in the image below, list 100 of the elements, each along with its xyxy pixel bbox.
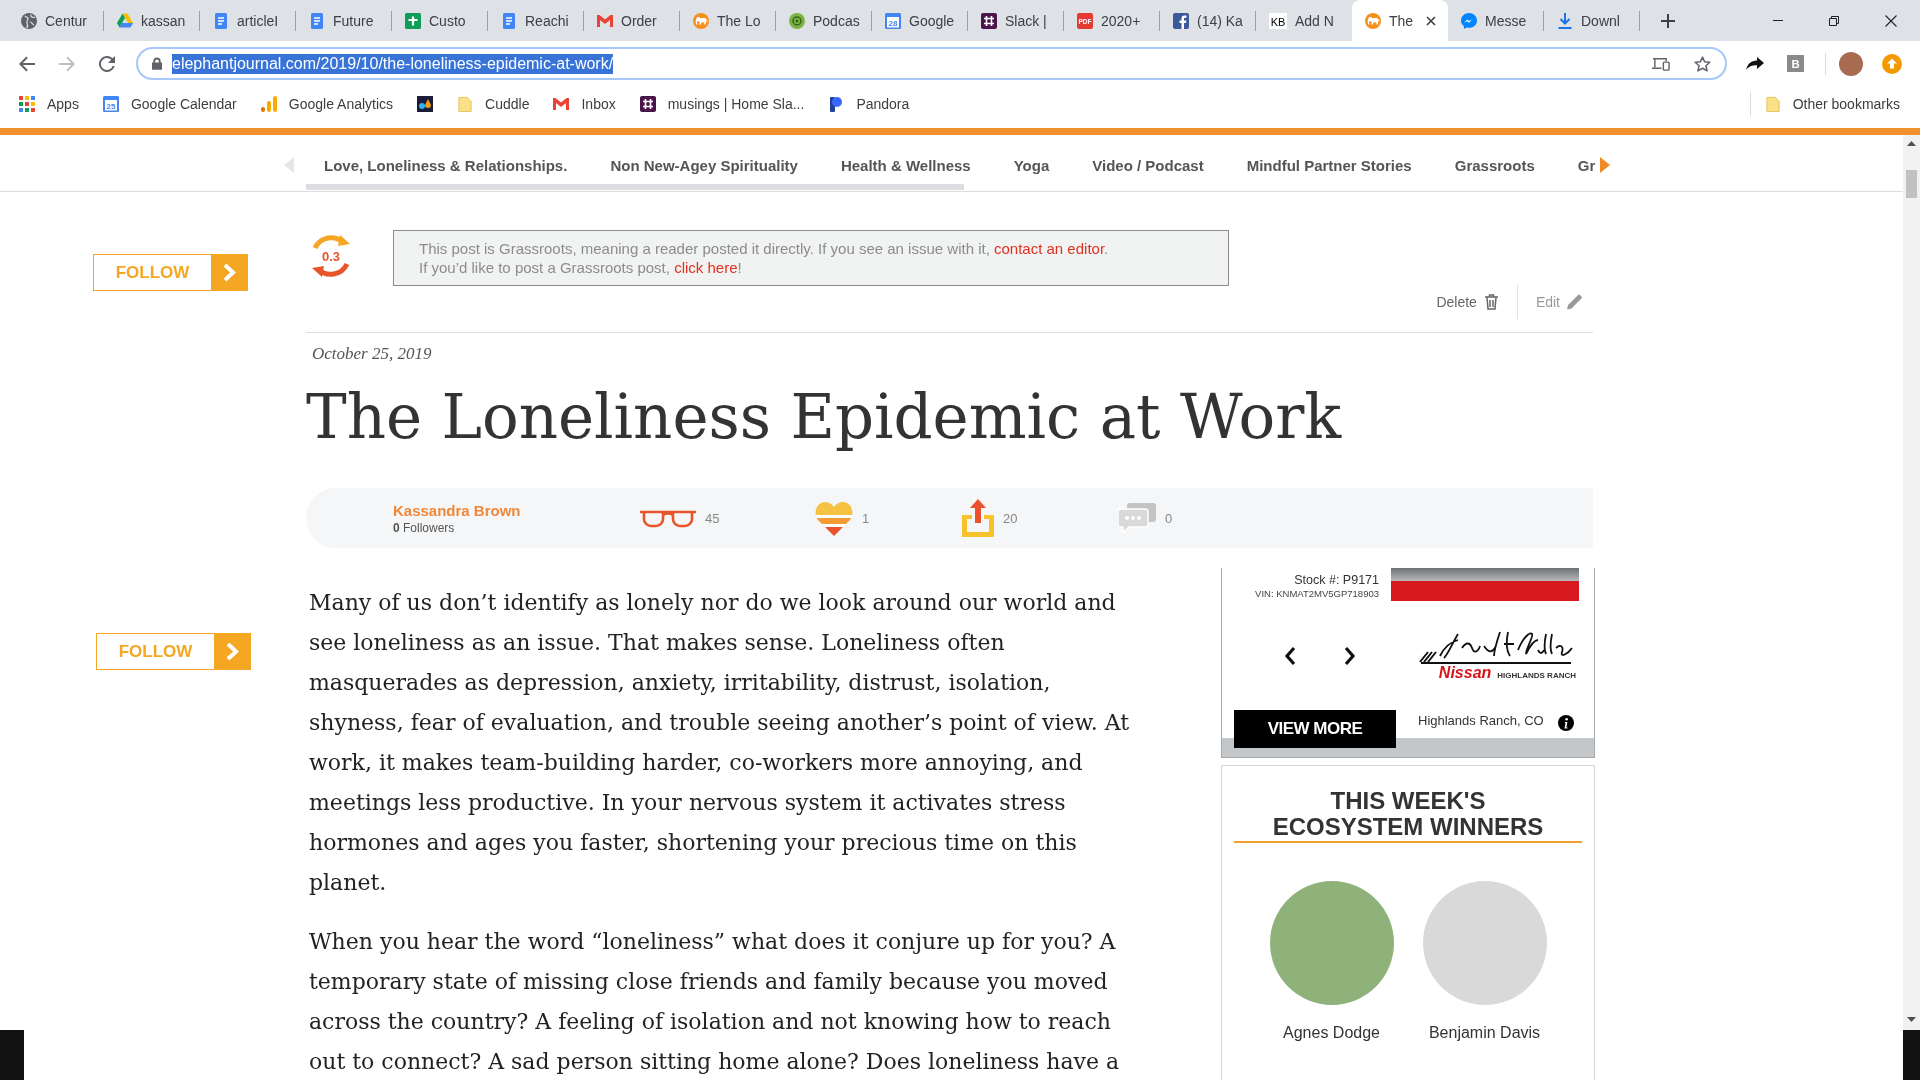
category-link[interactable]: Non New-Agey Spirituality <box>610 156 798 174</box>
trash-icon <box>1483 294 1499 310</box>
chevron-right-icon[interactable] <box>1344 645 1356 666</box>
bookmark[interactable]: musings | Home Sla... <box>639 96 805 112</box>
browser-tab[interactable]: Order <box>584 0 680 41</box>
globe-icon <box>21 12 37 29</box>
mail-icon <box>553 96 570 112</box>
browser-tab[interactable]: The <box>1352 0 1448 41</box>
category-link[interactable]: Video / Podcast <box>1092 156 1204 174</box>
elephant-icon <box>693 12 709 29</box>
download-icon <box>1557 12 1573 29</box>
browser-tab[interactable]: (14) Ka <box>1160 0 1256 41</box>
chat-bubble-icon <box>1461 12 1477 29</box>
browser-tab[interactable]: 28 Google <box>872 0 968 41</box>
post-link[interactable]: click here <box>674 259 738 276</box>
bar-chart-icon <box>260 96 277 112</box>
bookmark[interactable]: Apps <box>19 96 79 112</box>
browser-tab[interactable]: Custo <box>392 0 488 41</box>
browser-tab[interactable]: The Lo <box>680 0 776 41</box>
contact-editor-link[interactable]: contact an editor <box>994 240 1105 257</box>
winner-name[interactable]: Agnes Dodge <box>1283 1024 1380 1042</box>
f-logo-icon <box>1173 12 1189 29</box>
grassroots-score: 0.3 <box>321 248 341 264</box>
category-link[interactable]: Yoga <box>1013 156 1050 174</box>
folder-icon <box>457 96 474 112</box>
restore-icon[interactable] <box>1829 15 1839 26</box>
logo-icon <box>828 96 845 112</box>
category-link[interactable]: Grassroots <box>1454 156 1535 174</box>
chevron-right-icon <box>214 634 250 669</box>
dealer-location: Highlands Ranch, CO <box>1418 713 1544 728</box>
back-arrow-icon[interactable] <box>19 55 35 72</box>
pencil-icon <box>1567 294 1582 310</box>
document-icon <box>501 12 517 29</box>
up-arrow-icon[interactable] <box>1907 141 1916 146</box>
star-icon[interactable] <box>1694 55 1711 72</box>
bookmark[interactable]: Pandora <box>828 96 910 112</box>
document-icon <box>213 12 229 29</box>
scrollbar-thumb[interactable] <box>1906 170 1917 198</box>
category-link[interactable]: Gr <box>1577 156 1596 174</box>
browser-tab[interactable]: KB Add N <box>1256 0 1352 41</box>
calendar-icon: 28 <box>885 12 901 29</box>
profile-avatar[interactable] <box>1839 51 1863 76</box>
bookmark[interactable]: 25 Google Calendar <box>102 96 237 112</box>
hash-logo-icon <box>981 12 997 29</box>
podcast-icon <box>789 12 805 29</box>
vin-text: VIN: KNMAT2MV5GP718903 <box>1255 588 1379 600</box>
post-date: October 25, 2019 <box>312 344 433 364</box>
stat-count: 0 <box>1165 510 1173 526</box>
bookmark-folder[interactable]: Other bookmarks <box>1764 96 1900 112</box>
address-bar[interactable]: elephantjournal.com/2019/10/the-loneliness-epidemic-at-work/ <box>136 47 1727 80</box>
delete-button[interactable]: Delete <box>1436 294 1499 310</box>
devices-icon[interactable] <box>1652 56 1670 71</box>
bookmark[interactable]: Inbox <box>553 96 616 112</box>
browser-tab[interactable]: Reachi <box>488 0 584 41</box>
browser-tab[interactable]: Slack | <box>968 0 1064 41</box>
browser-tab[interactable]: Messe <box>1448 0 1544 41</box>
logo-brand-text: Nissan <box>1438 663 1492 682</box>
bookmark[interactable]: Cuddle <box>457 96 530 112</box>
taskbar-strip <box>0 1030 24 1080</box>
document-icon <box>309 12 325 29</box>
stock-number: Stock #: P9171 <box>1293 573 1379 588</box>
folder-icon <box>1764 96 1781 112</box>
browser-tab[interactable]: Future <box>296 0 392 41</box>
logo-icon[interactable] <box>417 96 434 112</box>
mail-icon <box>597 12 613 29</box>
close-icon[interactable] <box>1885 14 1897 27</box>
article-paragraph: When you hear the word “loneliness” what does it conjure up for you? A temporary state of missing close friends and family because you moved across the country? A feeling of isolation and not knowing how to reach out to connect? A sad person sitting home alone? Does loneliness have a <box>309 928 1121 1076</box>
stat-count: 20 <box>1003 510 1018 526</box>
winners-heading: THIS WEEK'S ECOSYSTEM WINNERS <box>1234 788 1582 843</box>
category-link[interactable]: Health & Wellness <box>840 156 971 174</box>
down-arrow-icon[interactable] <box>1907 1017 1916 1022</box>
notice-text: This post is Grassroots, meaning a reader posted it directly. If you see an issue with it, contact an editor. <box>419 239 1110 258</box>
hash-logo-icon <box>639 96 656 112</box>
notice-text: If you’d like to post a Grassroots post, click here! <box>419 258 743 277</box>
text-logo-icon: KB <box>1269 12 1287 29</box>
upload-icon <box>962 499 994 537</box>
bookmark[interactable]: Google Analytics <box>260 96 394 112</box>
info-icon[interactable] <box>1557 715 1574 731</box>
browser-tab[interactable]: articleI <box>200 0 296 41</box>
follower-count: 0 Followers <box>393 519 456 536</box>
spreadsheet-icon <box>405 12 421 29</box>
plus-icon[interactable] <box>1661 13 1675 28</box>
winner-name[interactable]: Benjamin Davis <box>1428 1024 1541 1042</box>
page-scrollbar[interactable] <box>1903 135 1920 1030</box>
category-link[interactable]: Mindful Partner Stories <box>1246 156 1412 174</box>
triangle-logo-icon <box>117 12 133 29</box>
stat-count: 1 <box>862 510 870 526</box>
browser-tab[interactable]: kassan <box>104 0 200 41</box>
view-more-button[interactable]: VIEW MORE <box>1234 710 1396 748</box>
browser-tab[interactable]: Downl <box>1544 0 1640 41</box>
category-link[interactable]: Love, Loneliness & Relationships. <box>324 156 568 174</box>
app-grid-icon <box>19 96 35 112</box>
reload-icon[interactable] <box>99 55 115 72</box>
curved-arrow-icon[interactable] <box>1746 57 1764 70</box>
close-icon[interactable] <box>1426 15 1436 26</box>
browser-tab[interactable]: Centur <box>8 0 104 41</box>
calendar-icon: 25 <box>102 96 119 112</box>
logo-location-text: HIGHLANDS RANCH <box>1497 670 1576 680</box>
chevron-left-icon[interactable] <box>1284 645 1296 666</box>
browser-tab[interactable]: Podcas <box>776 0 872 41</box>
